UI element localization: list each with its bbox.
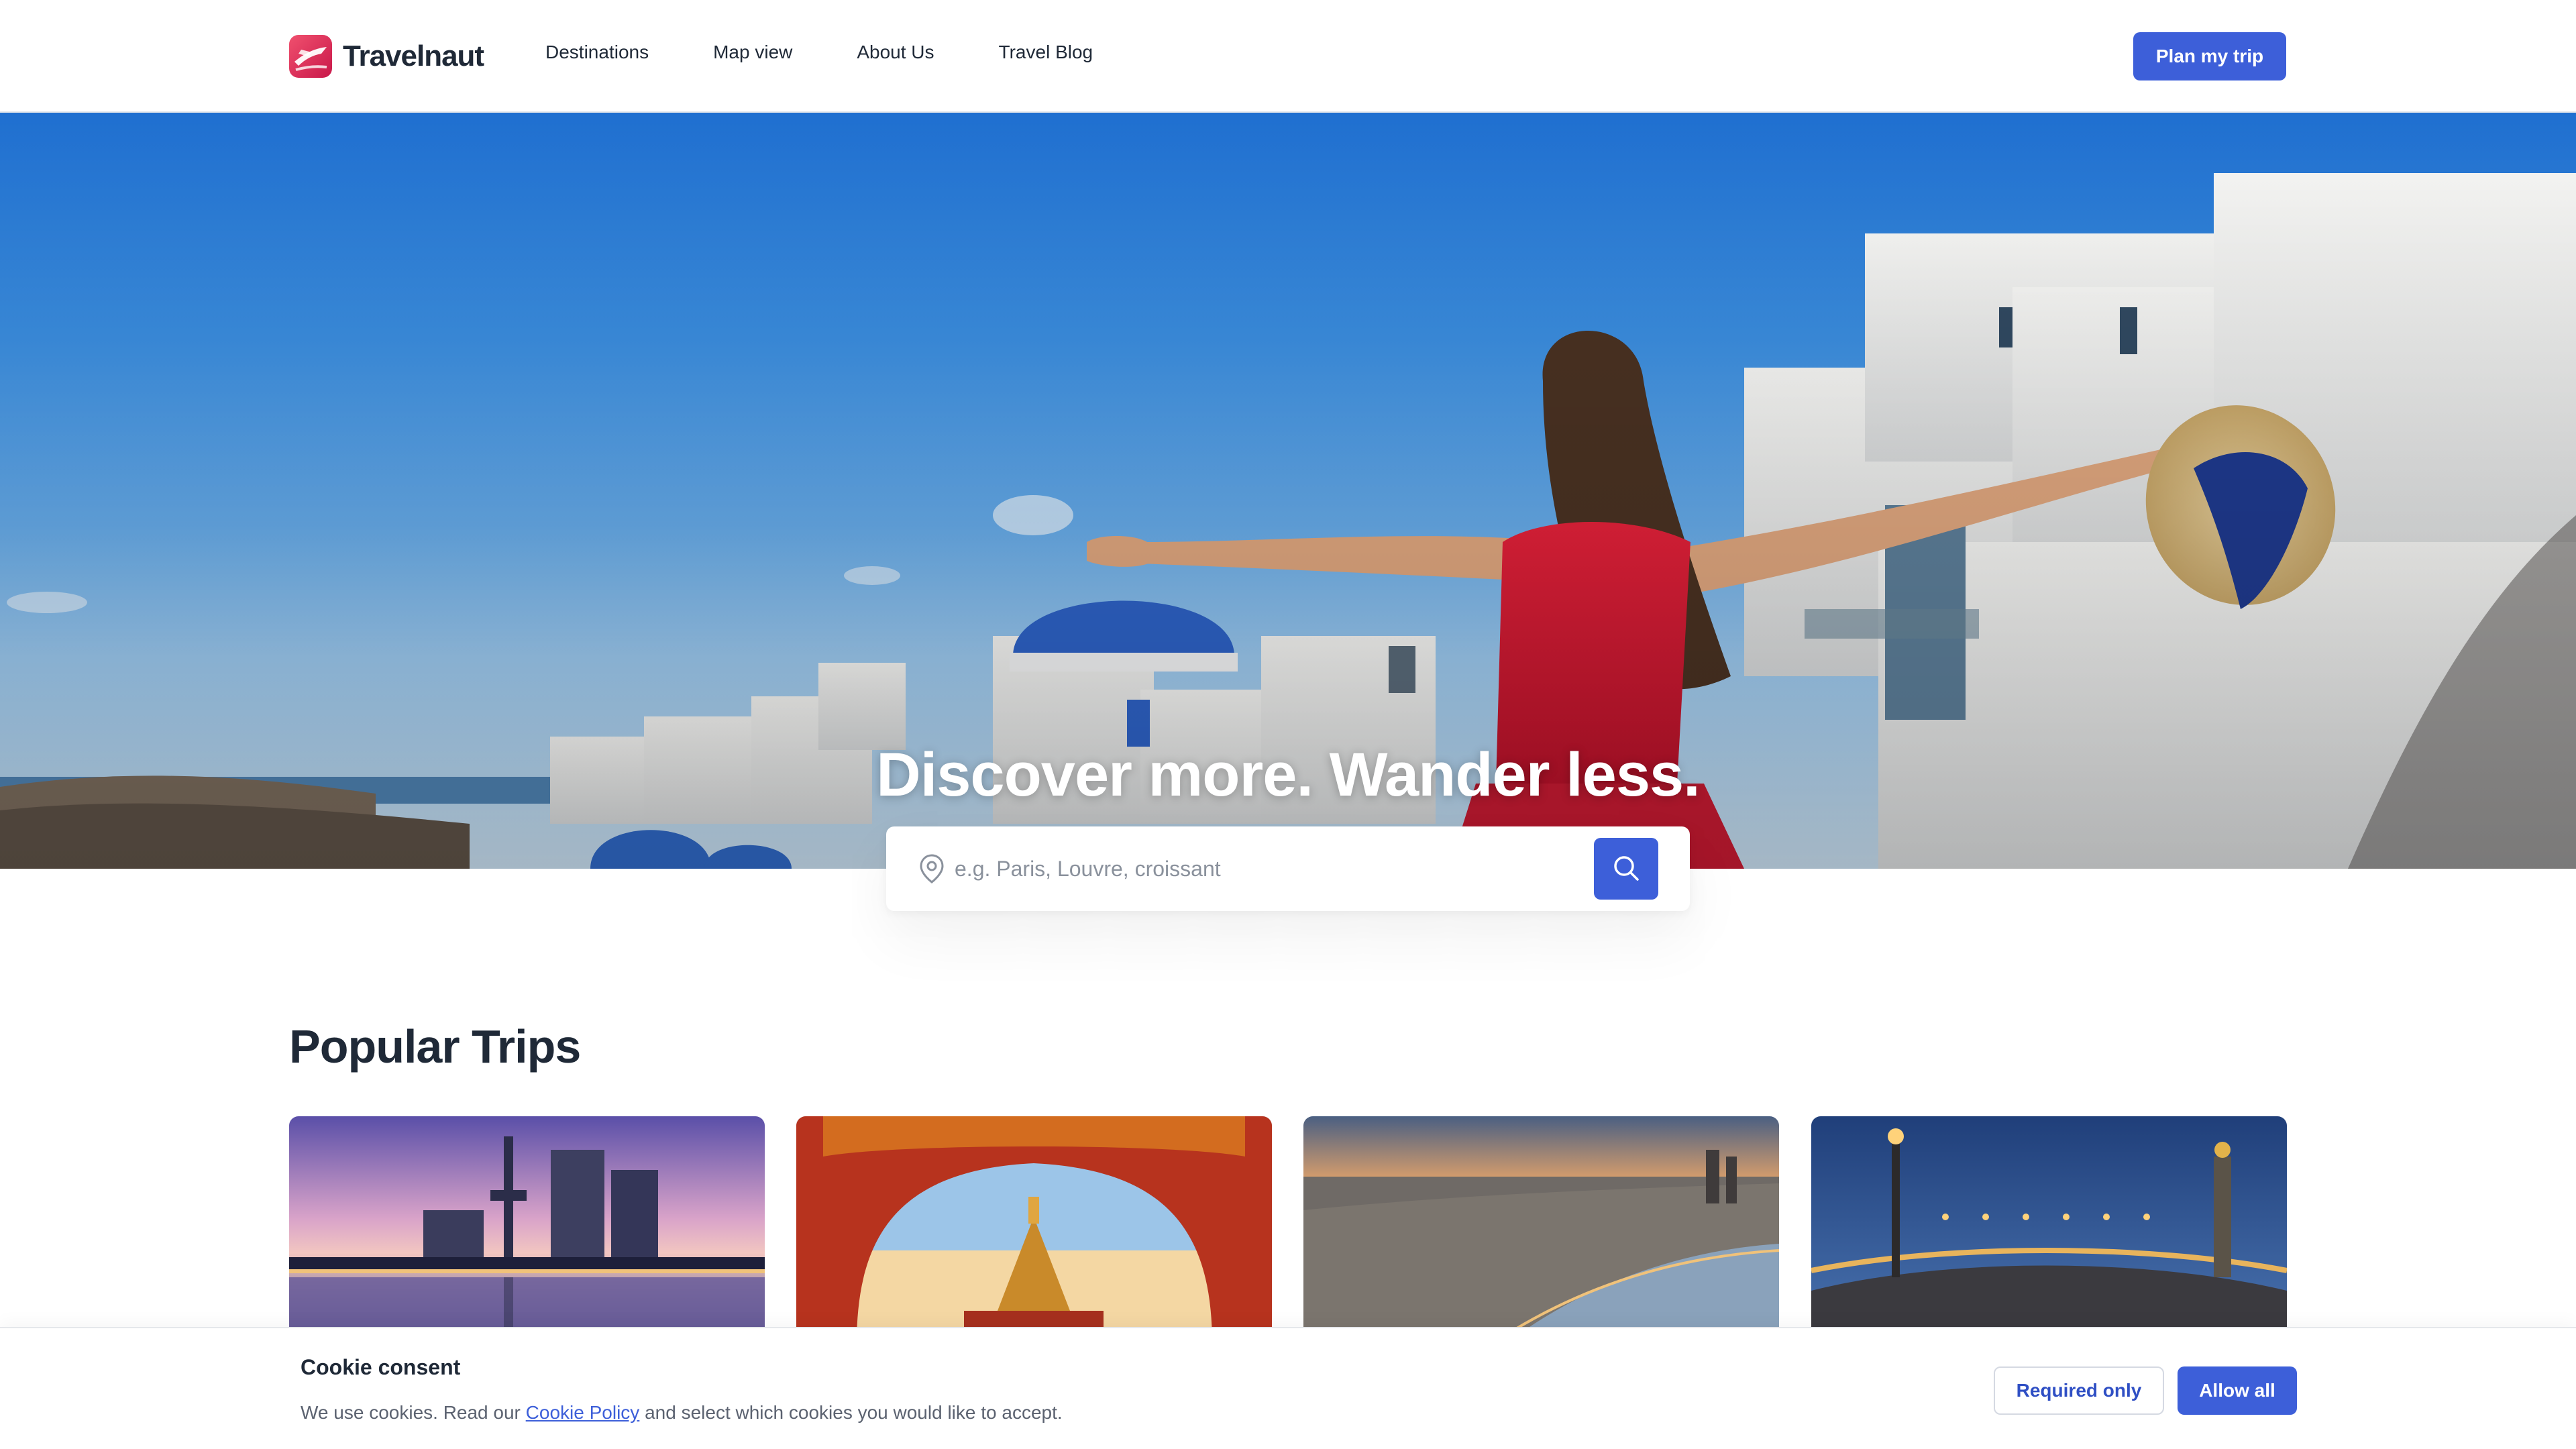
nav-travel-blog[interactable]: Travel Blog [999, 42, 1093, 63]
hero-banner: Discover more. Wander less. [0, 113, 2576, 869]
search-button[interactable] [1594, 838, 1658, 900]
cookie-text-start: We use cookies. Read our [301, 1402, 526, 1423]
main-nav: Destinations Map view About Us Travel Bl… [545, 42, 1157, 63]
popular-trips-heading: Popular Trips [289, 1020, 581, 1073]
nav-about-us[interactable]: About Us [857, 42, 934, 63]
nav-map-view[interactable]: Map view [713, 42, 792, 63]
plan-my-trip-button[interactable]: Plan my trip [2133, 32, 2286, 80]
destination-search [886, 826, 1690, 911]
popular-trips-list [289, 1116, 2287, 1344]
search-input[interactable] [955, 849, 1572, 888]
trip-image [1811, 1116, 2287, 1344]
trip-image [796, 1116, 1272, 1344]
cookie-description: We use cookies. Read our Cookie Policy a… [301, 1402, 1063, 1424]
brand-name: Travelnaut [343, 40, 484, 72]
nav-destinations[interactable]: Destinations [545, 42, 649, 63]
trip-card-tokyo[interactable] [289, 1116, 765, 1344]
trip-image [1303, 1116, 1779, 1344]
brand-logo[interactable]: Travelnaut [289, 34, 484, 79]
trip-card-bangkok[interactable] [796, 1116, 1272, 1344]
allow-all-button[interactable]: Allow all [2178, 1366, 2297, 1415]
cookie-consent-banner: Cookie consent We use cookies. Read our … [0, 1327, 2576, 1449]
required-only-button[interactable]: Required only [1994, 1366, 2164, 1415]
cookie-policy-link[interactable]: Cookie Policy [526, 1402, 640, 1423]
search-icon [1611, 853, 1641, 885]
top-navigation: Travelnaut Destinations Map view About U… [0, 0, 2576, 113]
cookie-title: Cookie consent [301, 1355, 461, 1379]
trip-image [289, 1116, 765, 1344]
trip-card-paris[interactable] [1811, 1116, 2287, 1344]
map-pin-icon [918, 853, 945, 884]
hero-title: Discover more. Wander less. [876, 741, 1700, 809]
logo-plane-icon [289, 35, 332, 78]
cookie-text-end: and select which cookies you would like … [639, 1402, 1063, 1423]
trip-card-barcelona[interactable] [1303, 1116, 1779, 1344]
